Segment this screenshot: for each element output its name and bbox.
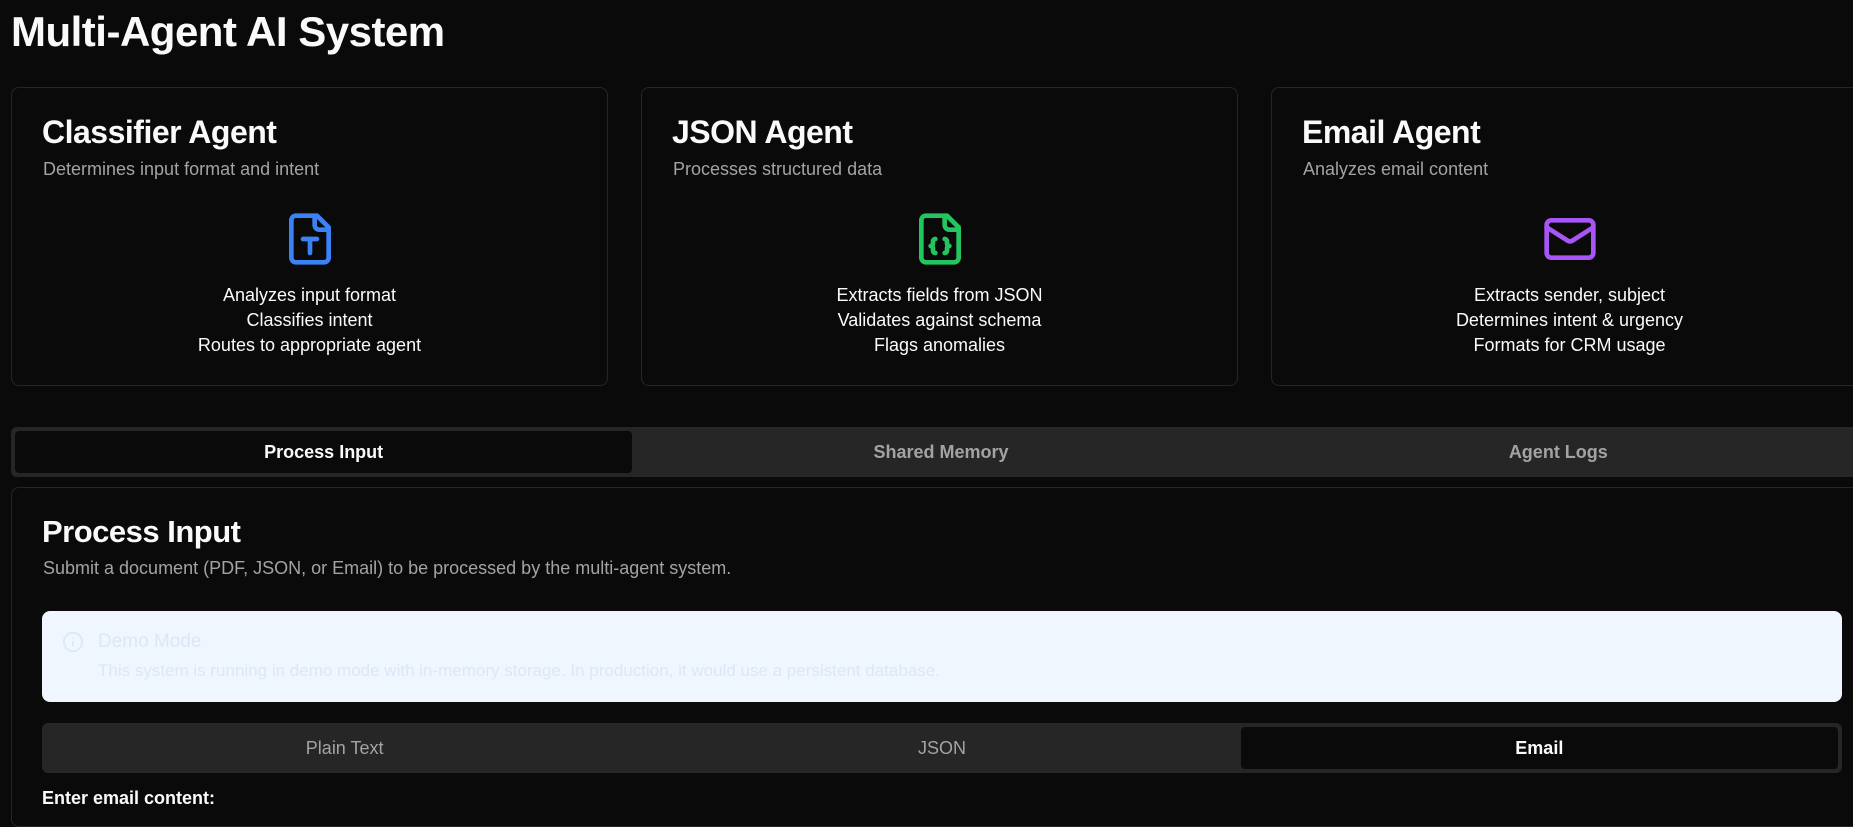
input-type-tabs: Plain Text JSON Email (42, 723, 1842, 773)
card-title: Email Agent (1302, 114, 1481, 150)
file-json-icon (912, 211, 968, 267)
feature-item: Flags anomalies (873, 335, 1006, 355)
feature-item: Extracts sender, subject (1473, 285, 1666, 305)
file-text-icon (282, 211, 338, 267)
email-agent-card: Email Agent Analyzes email content Extra… (1271, 87, 1853, 386)
info-circle-icon (62, 631, 84, 653)
feature-item: Extracts fields from JSON (836, 285, 1043, 305)
panel-title: Process Input (42, 514, 241, 549)
card-title: Classifier Agent (42, 114, 277, 150)
card-title: JSON Agent (672, 114, 853, 150)
mail-icon (1542, 211, 1598, 267)
card-description: Analyzes email content (1303, 159, 1489, 179)
tab-shared-memory[interactable]: Shared Memory (632, 431, 1249, 473)
feature-item: Analyzes input format (222, 285, 397, 305)
card-description: Determines input format and intent (43, 159, 320, 179)
main-tabs: Process Input Shared Memory Agent Logs (11, 427, 1853, 477)
alert-title: Demo Mode (98, 631, 202, 652)
tab-agent-logs[interactable]: Agent Logs (1250, 431, 1853, 473)
feature-item: Routes to appropriate agent (197, 335, 422, 355)
feature-list: Extracts sender, subject Determines inte… (1272, 283, 1853, 358)
json-agent-card: JSON Agent Processes structured data Ext… (641, 87, 1238, 386)
panel-description: Submit a document (PDF, JSON, or Email) … (43, 558, 732, 578)
feature-item: Validates against schema (837, 310, 1042, 330)
page-title: Multi-Agent AI System (11, 8, 445, 55)
feature-list: Extracts fields from JSON Validates agai… (642, 283, 1237, 358)
tab-plain-text[interactable]: Plain Text (46, 727, 643, 769)
process-input-panel: Process Input Submit a document (PDF, JS… (11, 487, 1853, 827)
feature-item: Determines intent & urgency (1455, 310, 1684, 330)
tab-process-input[interactable]: Process Input (15, 431, 633, 473)
feature-item: Formats for CRM usage (1473, 335, 1666, 355)
classifier-agent-card: Classifier Agent Determines input format… (11, 87, 608, 386)
card-description: Processes structured data (673, 159, 883, 179)
feature-item: Classifies intent (246, 310, 373, 330)
tab-email[interactable]: Email (1240, 727, 1838, 769)
demo-mode-alert: Demo Mode This system is running in demo… (42, 611, 1842, 702)
feature-list: Analyzes input format Classifies intent … (12, 283, 607, 358)
tab-json[interactable]: JSON (643, 727, 1240, 769)
alert-text: This system is running in demo mode with… (98, 661, 940, 680)
